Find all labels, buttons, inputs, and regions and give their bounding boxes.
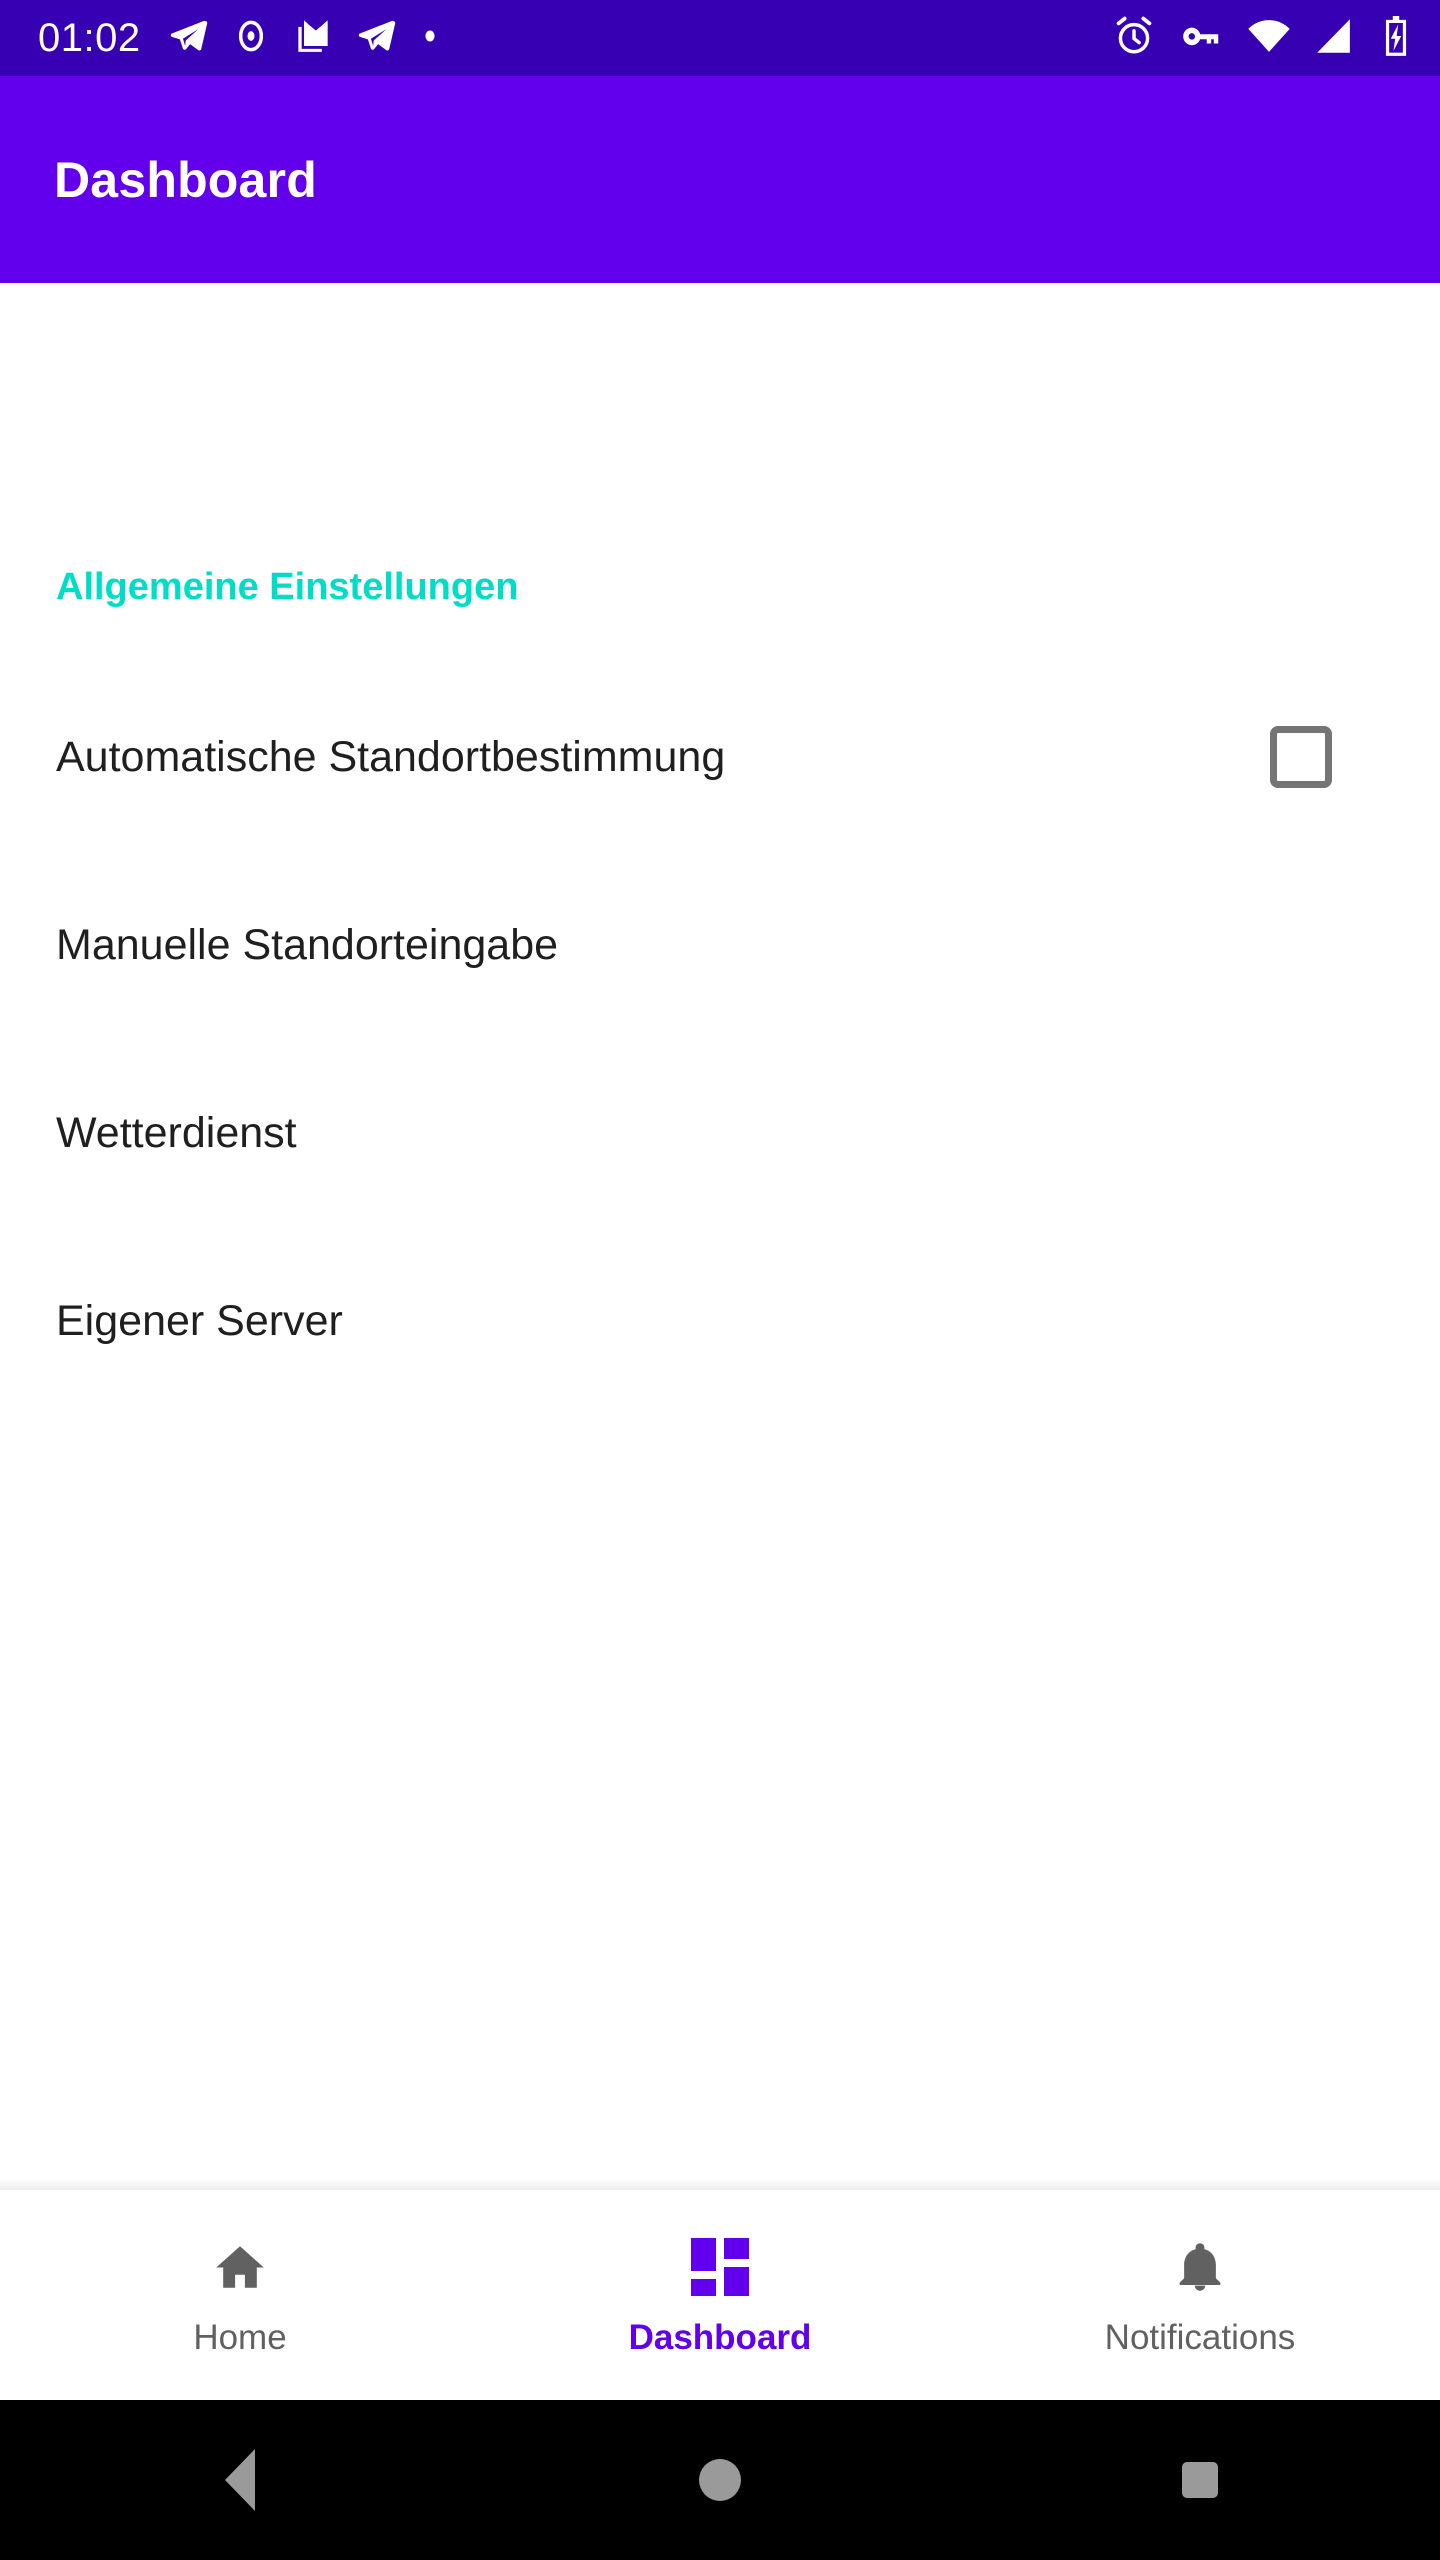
bell-icon [1169,2236,1231,2298]
battery-charging-icon [1378,14,1414,63]
cellular-signal-icon [1314,15,1356,62]
triangle-left-icon [225,2449,255,2511]
nav-item-dashboard[interactable]: Dashboard [480,2190,960,2400]
mail-icon [293,16,333,61]
list-item[interactable]: Manuelle Standorteingabe [0,851,1440,1039]
nav-label: Notifications [1104,2317,1296,2357]
circle-icon [699,2459,741,2501]
square-icon [1182,2462,1218,2498]
status-bar-notification-icons [167,15,1112,62]
settings-list: Automatische Standortbestimmung Manuelle… [0,663,1440,1415]
nav-label: Home [193,2317,287,2357]
auto-location-checkbox[interactable] [1270,726,1332,788]
wifi-icon [1246,13,1292,64]
list-item[interactable]: Wetterdienst [0,1039,1440,1227]
android-system-navigation-bar [0,2400,1440,2560]
nav-item-home[interactable]: Home [0,2190,480,2400]
settings-content: Allgemeine Einstellungen Automatische St… [0,283,1440,2190]
page-title: Dashboard [54,151,317,208]
status-bar-clock: 01:02 [38,16,141,60]
dot-icon [419,25,441,52]
home-icon [209,2236,271,2298]
dashboard-grid-icon [689,2236,751,2298]
status-bar-system-icons [1112,13,1414,64]
list-item-label: Automatische Standortbestimmung [56,732,726,781]
record-circle-icon [231,16,271,61]
list-item-label: Eigener Server [56,1296,343,1345]
home-button[interactable] [480,2400,960,2560]
section-header-general-settings: Allgemeine Einstellungen [56,566,519,608]
app-bar: Dashboard [0,76,1440,283]
bottom-navigation-bar: Home Dashboard Notifications [0,2190,1440,2400]
nav-item-notifications[interactable]: Notifications [960,2190,1440,2400]
recents-button[interactable] [960,2400,1440,2560]
list-item-label: Wetterdienst [56,1108,297,1157]
list-item-label: Manuelle Standorteingabe [56,920,559,969]
alarm-clock-icon [1112,14,1156,63]
telegram-send-icon [355,15,397,62]
telegram-send-icon [167,15,209,62]
nav-label: Dashboard [628,2317,812,2357]
vpn-key-icon [1178,13,1224,64]
back-button[interactable] [0,2400,480,2560]
phone-screen: 01:02 Dashboard Allgemeine Einstellungen… [0,0,1440,2560]
list-item[interactable]: Automatische Standortbestimmung [0,663,1440,851]
status-bar: 01:02 [0,0,1440,76]
list-item[interactable]: Eigener Server [0,1227,1440,1415]
